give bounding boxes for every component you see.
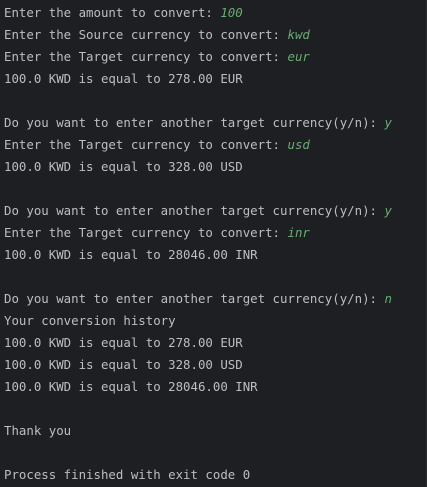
console-line-history-item: 100.0 KWD is equal to 28046.00 INR [4,376,427,398]
user-input-source-currency: kwd [287,27,310,42]
history-item-text: 100.0 KWD is equal to 328.00 USD [4,357,243,372]
user-input-target-currency: eur [287,49,310,64]
prompt-text: Enter the amount to convert: [4,5,221,20]
console-line-target-prompt: Enter the Target currency to convert: us… [4,134,427,156]
user-input-continue: y [384,115,392,130]
console-line-continue-prompt: Do you want to enter another target curr… [4,112,427,134]
console-line-thank-you: Thank you [4,420,427,442]
result-text: 100.0 KWD is equal to 278.00 EUR [4,71,243,86]
console-line-target-prompt: Enter the Target currency to convert: eu… [4,46,427,68]
prompt-text: Do you want to enter another target curr… [4,291,385,306]
console-line-history-item: 100.0 KWD is equal to 278.00 EUR [4,332,427,354]
user-input-continue: n [384,291,392,306]
result-text: 100.0 KWD is equal to 328.00 USD [4,159,243,174]
user-input-target-currency: usd [287,137,310,152]
console-line-result: 100.0 KWD is equal to 28046.00 INR [4,244,427,266]
console-line-source-prompt: Enter the Source currency to convert: kw… [4,24,427,46]
prompt-text: Do you want to enter another target curr… [4,203,385,218]
history-item-text: 100.0 KWD is equal to 278.00 EUR [4,335,243,350]
history-heading-text: Your conversion history [4,313,176,328]
console-line-continue-prompt: Do you want to enter another target curr… [4,288,427,310]
prompt-text: Enter the Target currency to convert: [4,49,288,64]
console-line-result: 100.0 KWD is equal to 278.00 EUR [4,68,427,90]
console-line-result: 100.0 KWD is equal to 328.00 USD [4,156,427,178]
user-input-continue: y [384,203,392,218]
console-line-history-heading: Your conversion history [4,310,427,332]
console-output[interactable]: Enter the amount to convert: 100 Enter t… [0,0,427,487]
prompt-text: Do you want to enter another target curr… [4,115,385,130]
user-input-amount: 100 [220,5,243,20]
history-item-text: 100.0 KWD is equal to 28046.00 INR [4,379,258,394]
user-input-target-currency: inr [287,225,310,240]
exit-status-text: Process finished with exit code 0 [4,467,251,482]
console-line-exit-status: Process finished with exit code 0 [4,464,427,486]
prompt-text: Enter the Target currency to convert: [4,137,288,152]
console-line-amount-prompt: Enter the amount to convert: 100 [4,2,427,24]
thank-you-text: Thank you [4,423,72,438]
prompt-text: Enter the Target currency to convert: [4,225,288,240]
console-line-continue-prompt: Do you want to enter another target curr… [4,200,427,222]
prompt-text: Enter the Source currency to convert: [4,27,288,42]
result-text: 100.0 KWD is equal to 28046.00 INR [4,247,258,262]
console-line-history-item: 100.0 KWD is equal to 328.00 USD [4,354,427,376]
console-line-target-prompt: Enter the Target currency to convert: in… [4,222,427,244]
